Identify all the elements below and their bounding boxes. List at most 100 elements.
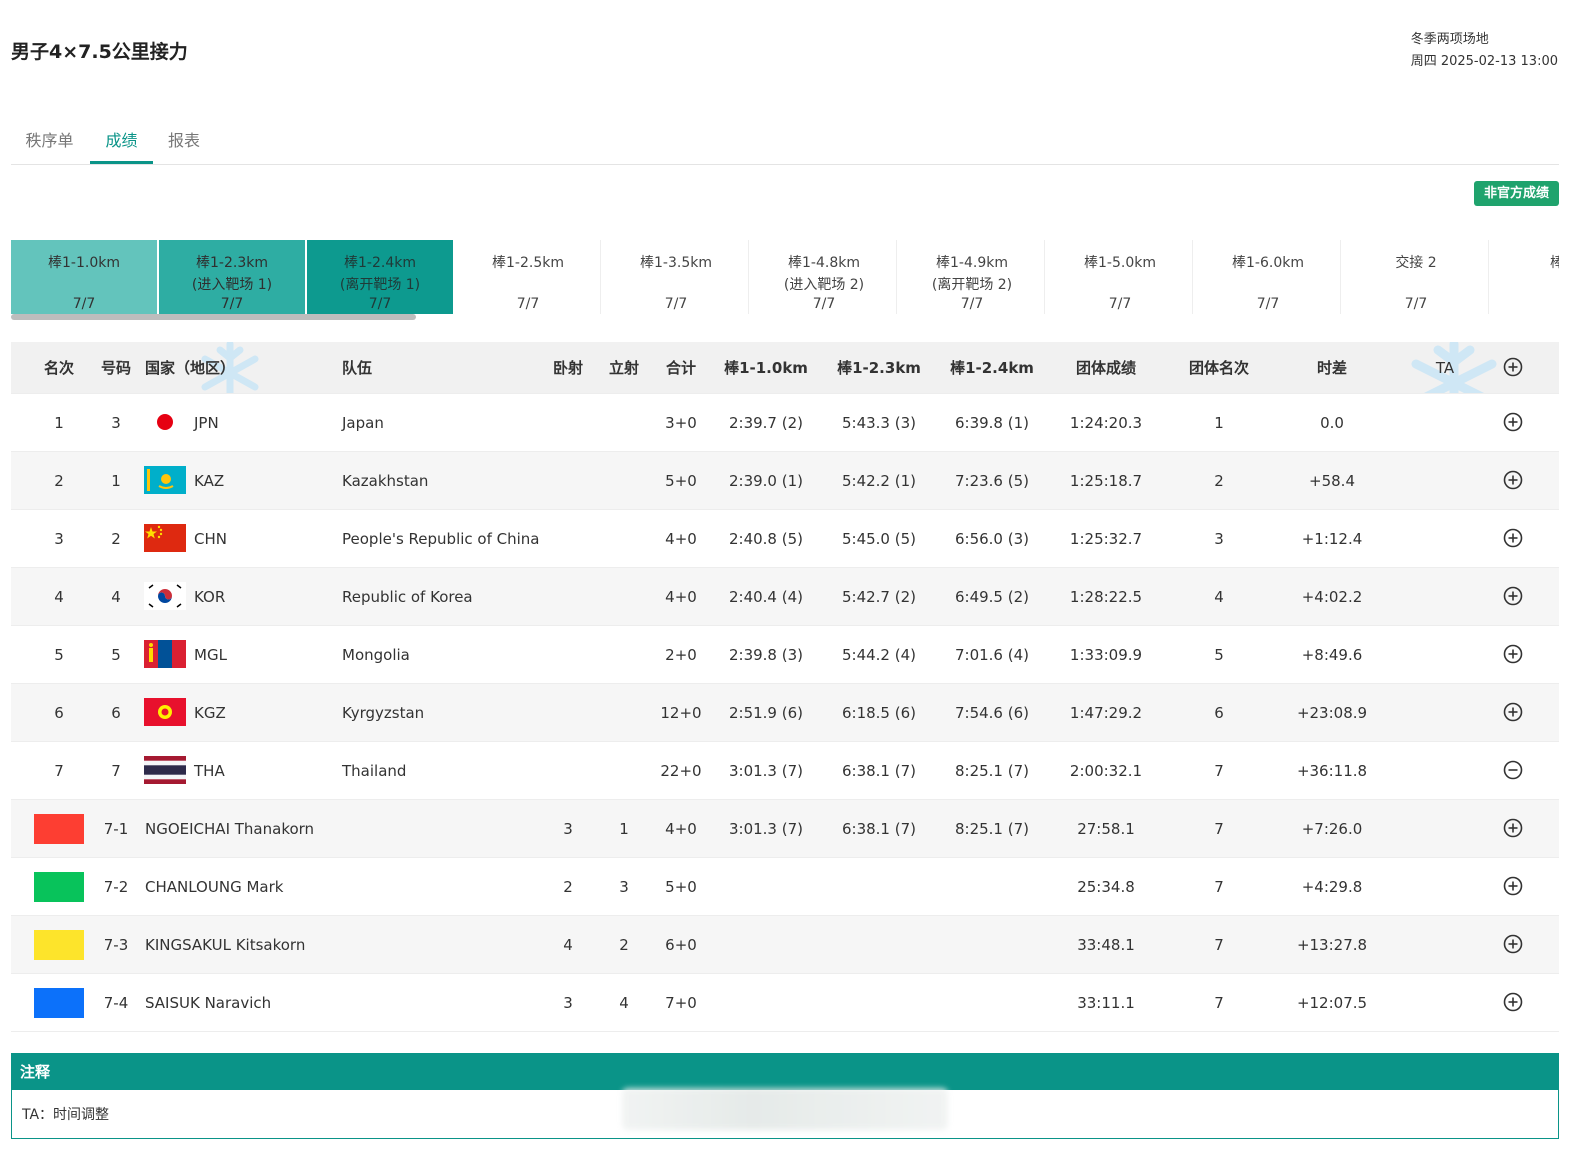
athlete-row[interactable]: 7-4 SAISUK Naravich 3 4 7+0 33:11.1 7 +1…: [11, 973, 1559, 1032]
split-item[interactable]: 棒1-2.3km (进入靶场 1) 7/7: [159, 240, 305, 314]
col-ta: TA: [1435, 358, 1455, 377]
bib: 7-2: [103, 877, 129, 896]
split1-time: 2:40.4 (4): [728, 587, 803, 606]
tab-reports[interactable]: 报表: [156, 120, 212, 164]
bib: 7-1: [103, 819, 129, 838]
plus-circle-icon[interactable]: [1503, 412, 1523, 432]
athlete-row[interactable]: 7-1 NGOEICHAI Thanakorn 3 1 4+0 3:01.3 (…: [11, 799, 1559, 857]
split3-time: 8:25.1 (7): [954, 819, 1029, 838]
split-sub: (离开靶场 2): [931, 277, 1013, 293]
split-label: 棒1-4.8km: [788, 255, 860, 271]
venue-name: 冬季两项场地: [1410, 32, 1489, 47]
team-name: Republic of Korea: [342, 587, 473, 606]
table-row[interactable]: 5 5 MGL Mongolia 2+0 2:39.8 (3) 5:44.2 (…: [11, 625, 1559, 683]
team-rank: 7: [1214, 935, 1224, 954]
col-total: 合计: [665, 359, 696, 377]
split-item[interactable]: 棒1-4.8km (进入靶场 2) 7/7: [751, 240, 897, 314]
noc-code: THA: [194, 761, 225, 780]
split1-time: 2:51.9 (6): [728, 703, 803, 722]
plus-circle-icon[interactable]: [1503, 702, 1523, 722]
tab-results[interactable]: 成绩: [90, 120, 153, 164]
leg-color-swatch: [34, 872, 84, 902]
split-item[interactable]: 棒1-4.9km (离开靶场 2) 7/7: [899, 240, 1045, 314]
team-rank: 2: [1214, 471, 1224, 490]
col-split3[interactable]: 棒1-2.4km: [937, 342, 1047, 393]
bib: 7: [111, 761, 121, 780]
split-item[interactable]: 棒1-3.5km 7/7: [603, 240, 749, 314]
bib: 7-3: [103, 935, 129, 954]
table-row[interactable]: 2 1 KAZ Kazakhstan 5+0 2:39.0 (1) 5:42.2…: [11, 451, 1559, 509]
col-split1[interactable]: 棒1-1.0km: [711, 342, 821, 393]
leg-color-swatch: [34, 988, 84, 1018]
noc-code: CHN: [194, 529, 227, 548]
split-label: 棒1-5.0km: [1084, 255, 1156, 271]
plus-circle-icon[interactable]: [1503, 586, 1523, 606]
bib: 6: [111, 703, 121, 722]
leg-color-swatch: [34, 930, 84, 960]
split-item[interactable]: 棒1-5.0km 7/7: [1047, 240, 1193, 314]
time-behind: +36:11.8: [1296, 761, 1368, 780]
split-item[interactable]: 交接 2 7/7: [1343, 240, 1489, 314]
col-noc: 国家（地区）: [145, 359, 236, 377]
team-rank: 3: [1214, 529, 1224, 548]
split-item[interactable]: 棒1-6.0km 7/7: [1195, 240, 1341, 314]
plus-circle-icon[interactable]: [1503, 644, 1523, 664]
split-item[interactable]: 棒2- 7: [1491, 240, 1559, 314]
divider: [1488, 240, 1489, 314]
split-sub: (离开靶场 1): [339, 277, 421, 293]
split-item[interactable]: 棒1-2.5km 7/7: [455, 240, 601, 314]
flag-tha-icon: [144, 756, 186, 784]
plus-circle-icon[interactable]: [1503, 528, 1523, 548]
total-penalty: 5+0: [665, 471, 697, 490]
table-row[interactable]: 1 3 JPN Japan 3+0 2:39.7 (2) 5:43.3 (3) …: [11, 393, 1559, 451]
split3-time: 7:01.6 (4): [954, 645, 1029, 664]
flag-chn-icon: [144, 524, 186, 552]
split-sub: (进入靶场 2): [783, 277, 865, 293]
split1-time: 2:39.7 (2): [728, 413, 803, 432]
table-row[interactable]: 4 4 KOR Republic of Korea 4+0 2:40.4 (4)…: [11, 567, 1559, 625]
leg-color-swatch: [34, 814, 84, 844]
col-split2[interactable]: 棒1-2.3km: [824, 342, 934, 393]
table-row[interactable]: 6 6 KGZ Kyrgyzstan 12+0 2:51.9 (6) 6:18.…: [11, 683, 1559, 741]
plus-circle-icon[interactable]: [1503, 470, 1523, 490]
plus-circle-icon[interactable]: [1503, 818, 1523, 838]
split-count: 7/7: [368, 296, 392, 312]
prone-misses: 3: [563, 819, 573, 838]
split2-time: 5:44.2 (4): [841, 645, 916, 664]
plus-circle-icon[interactable]: [1503, 934, 1523, 954]
split-item[interactable]: 棒1-2.4km (离开靶场 1) 7/7: [307, 240, 453, 314]
split-label: 棒1-3.5km: [640, 255, 712, 271]
leg-result: 25:34.8: [1077, 877, 1135, 896]
athlete-row[interactable]: 7-2 CHANLOUNG Mark 2 3 5+0 25:34.8 7 +4:…: [11, 857, 1559, 915]
team-rank: 7: [1214, 761, 1224, 780]
team-result: 1:25:18.7: [1069, 471, 1143, 490]
noc-code: MGL: [194, 645, 227, 664]
table-row[interactable]: 3 2 CHN People's Republic of China 4+0 2…: [11, 509, 1559, 567]
split2-time: 5:43.3 (3): [841, 413, 916, 432]
time-behind: +12:07.5: [1296, 993, 1368, 1012]
split-label: 棒1-1.0km: [48, 255, 120, 271]
time-behind: +8:49.6: [1301, 645, 1363, 664]
split-item[interactable]: 棒1-1.0km 7/7: [11, 240, 157, 314]
total-penalty: 4+0: [665, 819, 697, 838]
team-result: 1:25:32.7: [1069, 529, 1143, 548]
col-bib: 号码: [100, 359, 131, 377]
split2-time: 5:45.0 (5): [841, 529, 916, 548]
team-name: Kazakhstan: [342, 471, 429, 490]
expand-all-icon[interactable]: [1503, 357, 1523, 377]
team-result: 1:47:29.2: [1069, 703, 1143, 722]
standing-misses: 1: [619, 819, 629, 838]
plus-circle-icon[interactable]: [1503, 992, 1523, 1012]
minus-circle-icon[interactable]: [1503, 760, 1523, 780]
tab-start-list[interactable]: 秩序单: [11, 120, 88, 164]
rank: 2: [54, 471, 64, 490]
table-row[interactable]: 7 7 THA Thailand 22+0 3:01.3 (7) 6:38.1 …: [11, 741, 1559, 799]
athlete-row[interactable]: 7-3 KINGSAKUL Kitsakorn 4 2 6+0 33:48.1 …: [11, 915, 1559, 973]
split-sub: (进入靶场 1): [191, 277, 273, 293]
bib: 7-4: [103, 993, 129, 1012]
split-scrollbar[interactable]: [11, 314, 416, 320]
col-team: 队伍: [342, 359, 373, 377]
notes-title: 注释: [12, 1054, 1558, 1090]
plus-circle-icon[interactable]: [1503, 876, 1523, 896]
team-rank: 4: [1214, 587, 1224, 606]
